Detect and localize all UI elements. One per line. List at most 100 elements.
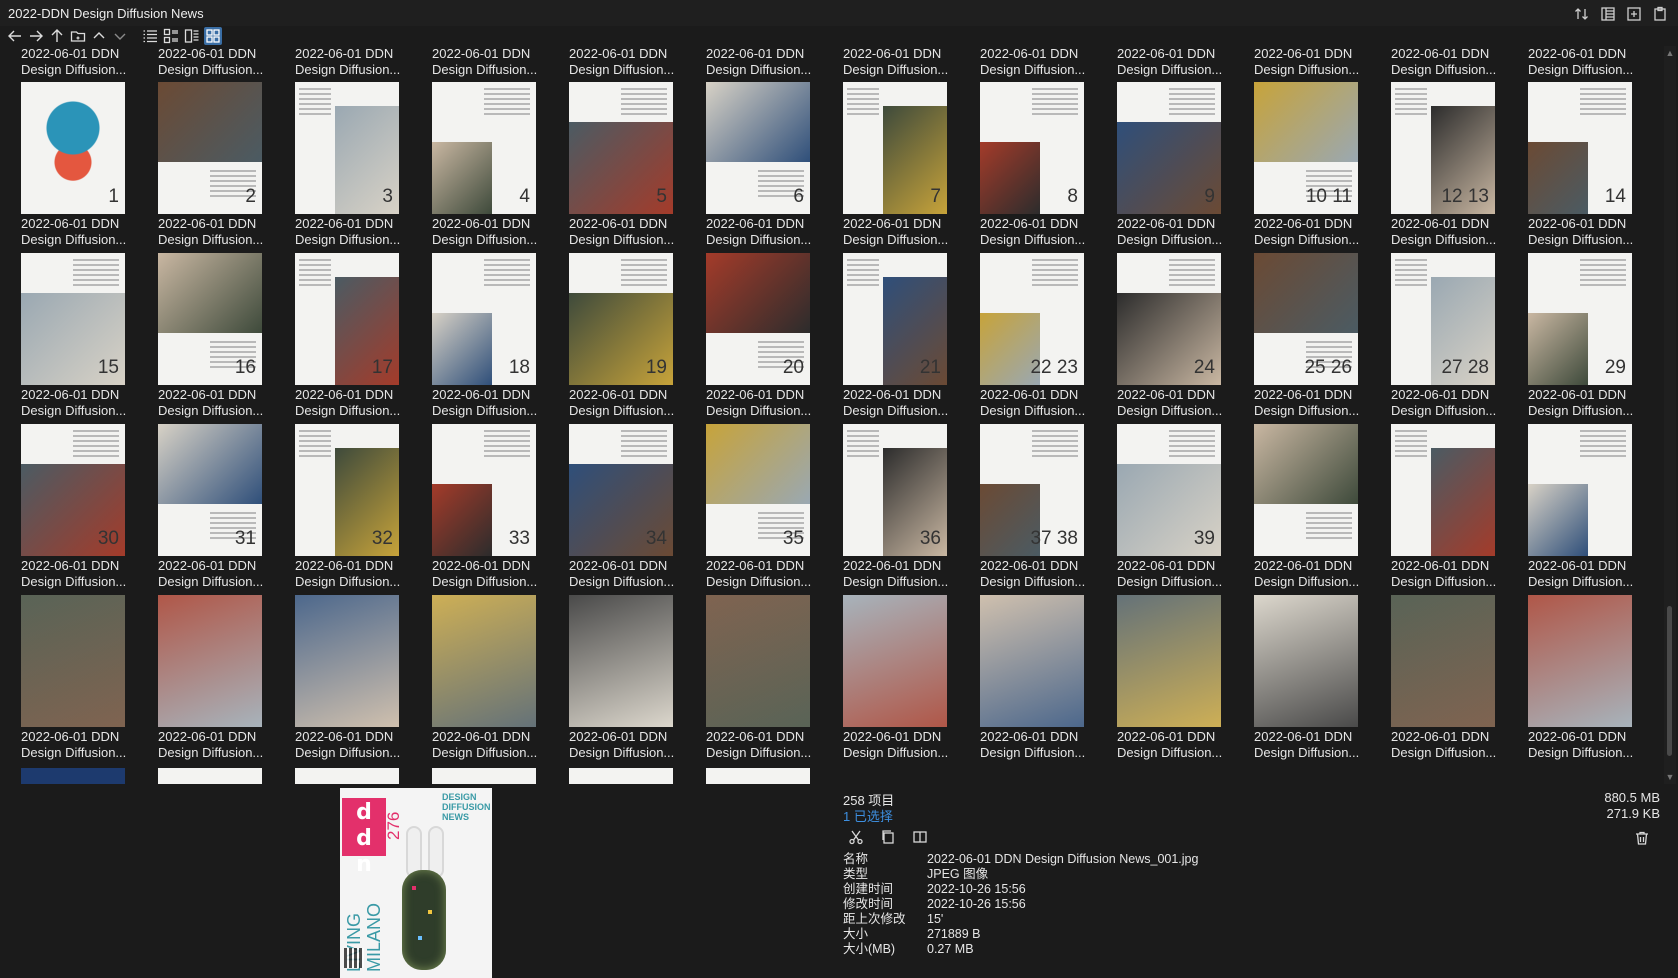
page-thumbnail[interactable]: 29 [1528,253,1632,385]
page-thumbnail[interactable]: 36 [843,424,947,556]
tile-label[interactable]: 2022-06-01 DDN Design Diffusion... [295,729,425,761]
tile-label[interactable]: 2022-06-01 DDN Design Diffusion... [843,558,973,590]
tile-label[interactable]: 2022-06-01 DDN Design Diffusion... [706,216,836,248]
page-thumbnail[interactable]: 31 [158,424,262,556]
tile-label[interactable]: 2022-06-01 DDN Design Diffusion... [980,216,1110,248]
page-thumbnail[interactable]: 30 [21,424,125,556]
tile-label[interactable]: 2022-06-01 DDN Design Diffusion... [295,216,425,248]
tile-label[interactable]: 2022-06-01 DDN Design Diffusion... [158,46,288,78]
tile-label[interactable]: 2022-06-01 DDN Design Diffusion... [21,387,151,419]
page-thumbnail[interactable]: 1 [21,82,125,214]
tile-label[interactable]: 2022-06-01 DDN Design Diffusion... [21,729,151,761]
grid-view-icon[interactable] [204,27,222,45]
tile-label[interactable]: 2022-06-01 DDN Design Diffusion... [1254,46,1384,78]
sort-icon[interactable] [1574,6,1590,22]
page-thumbnail[interactable] [1528,595,1632,727]
tile-label[interactable]: 2022-06-01 DDN Design Diffusion... [158,216,288,248]
tile-label[interactable]: 2022-06-01 DDN Design Diffusion... [569,558,699,590]
tile-label[interactable]: 2022-06-01 DDN Design Diffusion... [1528,558,1658,590]
page-thumbnail[interactable]: 18 [432,253,536,385]
tile-label[interactable]: 2022-06-01 DDN Design Diffusion... [1117,729,1247,761]
tile-label[interactable]: 2022-06-01 DDN Design Diffusion... [1391,387,1521,419]
page-thumbnail[interactable] [1528,424,1632,556]
page-thumbnail[interactable] [432,768,536,784]
forward-icon[interactable] [27,27,45,45]
page-thumbnail[interactable]: 19 [569,253,673,385]
page-thumbnail[interactable]: 17 [295,253,399,385]
tile-label[interactable]: 2022-06-01 DDN Design Diffusion... [1391,729,1521,761]
tile-label[interactable]: 2022-06-01 DDN Design Diffusion... [1391,46,1521,78]
tile-label[interactable]: 2022-06-01 DDN Design Diffusion... [980,729,1110,761]
tile-label[interactable]: 2022-06-01 DDN Design Diffusion... [1254,729,1384,761]
page-thumbnail[interactable]: 4 [432,82,536,214]
page-thumbnail[interactable]: 8 [980,82,1084,214]
tile-label[interactable]: 2022-06-01 DDN Design Diffusion... [1254,216,1384,248]
tile-label[interactable]: 2022-06-01 DDN Design Diffusion... [432,216,562,248]
tile-label[interactable]: 2022-06-01 DDN Design Diffusion... [21,216,151,248]
tile-label[interactable]: 2022-06-01 DDN Design Diffusion... [1528,729,1658,761]
chevron-up-icon[interactable] [90,27,108,45]
tile-label[interactable]: 2022-06-01 DDN Design Diffusion... [980,387,1110,419]
page-thumbnail[interactable] [21,768,125,784]
tile-label[interactable]: 2022-06-01 DDN Design Diffusion... [1117,558,1247,590]
trash-icon[interactable] [1634,830,1652,848]
tile-label[interactable]: 2022-06-01 DDN Design Diffusion... [843,216,973,248]
page-thumbnail[interactable]: 9 [1117,82,1221,214]
page-thumbnail[interactable]: 14 [1528,82,1632,214]
page-thumbnail[interactable]: 34 [569,424,673,556]
page-thumbnail[interactable] [1391,424,1495,556]
tile-label[interactable]: 2022-06-01 DDN Design Diffusion... [295,46,425,78]
scroll-down-icon[interactable]: ▼ [1665,772,1675,782]
page-thumbnail[interactable] [980,595,1084,727]
tile-label[interactable]: 2022-06-01 DDN Design Diffusion... [980,46,1110,78]
details-view-icon[interactable] [1600,6,1616,22]
tile-label[interactable]: 2022-06-01 DDN Design Diffusion... [295,387,425,419]
page-thumbnail[interactable]: 10 11 [1254,82,1358,214]
tile-view-icon[interactable] [162,27,180,45]
page-thumbnail[interactable] [569,768,673,784]
page-thumbnail[interactable]: 15 [21,253,125,385]
page-thumbnail[interactable]: 25 26 [1254,253,1358,385]
page-thumbnail[interactable]: 6 [706,82,810,214]
page-thumbnail[interactable]: 20 [706,253,810,385]
page-thumbnail[interactable]: 16 [158,253,262,385]
new-window-icon[interactable] [1626,6,1642,22]
back-icon[interactable] [6,27,24,45]
page-thumbnail[interactable] [1391,595,1495,727]
page-thumbnail[interactable]: 24 [1117,253,1221,385]
page-thumbnail[interactable] [158,595,262,727]
tile-label[interactable]: 2022-06-01 DDN Design Diffusion... [1254,558,1384,590]
tile-label[interactable]: 2022-06-01 DDN Design Diffusion... [158,729,288,761]
page-thumbnail[interactable]: 27 28 [1391,253,1495,385]
duplicate-icon[interactable] [911,828,929,846]
tile-label[interactable]: 2022-06-01 DDN Design Diffusion... [843,46,973,78]
page-thumbnail[interactable]: 2 [158,82,262,214]
page-thumbnail[interactable] [295,768,399,784]
tile-label[interactable]: 2022-06-01 DDN Design Diffusion... [432,729,562,761]
page-thumbnail[interactable]: 21 [843,253,947,385]
page-thumbnail[interactable] [158,768,262,784]
copy-icon[interactable] [879,828,897,846]
tile-label[interactable]: 2022-06-01 DDN Design Diffusion... [158,558,288,590]
page-thumbnail[interactable] [21,595,125,727]
tile-label[interactable]: 2022-06-01 DDN Design Diffusion... [843,387,973,419]
page-thumbnail[interactable]: 37 38 [980,424,1084,556]
page-thumbnail[interactable] [843,595,947,727]
tile-label[interactable]: 2022-06-01 DDN Design Diffusion... [569,387,699,419]
scroll-up-icon[interactable]: ▲ [1665,48,1675,58]
tile-label[interactable]: 2022-06-01 DDN Design Diffusion... [295,558,425,590]
tile-label[interactable]: 2022-06-01 DDN Design Diffusion... [432,558,562,590]
page-thumbnail[interactable]: 3 [295,82,399,214]
tile-label[interactable]: 2022-06-01 DDN Design Diffusion... [980,558,1110,590]
tile-label[interactable]: 2022-06-01 DDN Design Diffusion... [1528,216,1658,248]
page-thumbnail[interactable] [432,595,536,727]
cut-icon[interactable] [847,828,865,846]
page-thumbnail[interactable]: 22 23 [980,253,1084,385]
tile-label[interactable]: 2022-06-01 DDN Design Diffusion... [569,729,699,761]
scrollbar-thumb[interactable] [1667,606,1672,756]
list-view-icon[interactable] [141,27,159,45]
tile-label[interactable]: 2022-06-01 DDN Design Diffusion... [569,216,699,248]
tile-label[interactable]: 2022-06-01 DDN Design Diffusion... [569,46,699,78]
tile-label[interactable]: 2022-06-01 DDN Design Diffusion... [1528,46,1658,78]
page-thumbnail[interactable]: 7 [843,82,947,214]
